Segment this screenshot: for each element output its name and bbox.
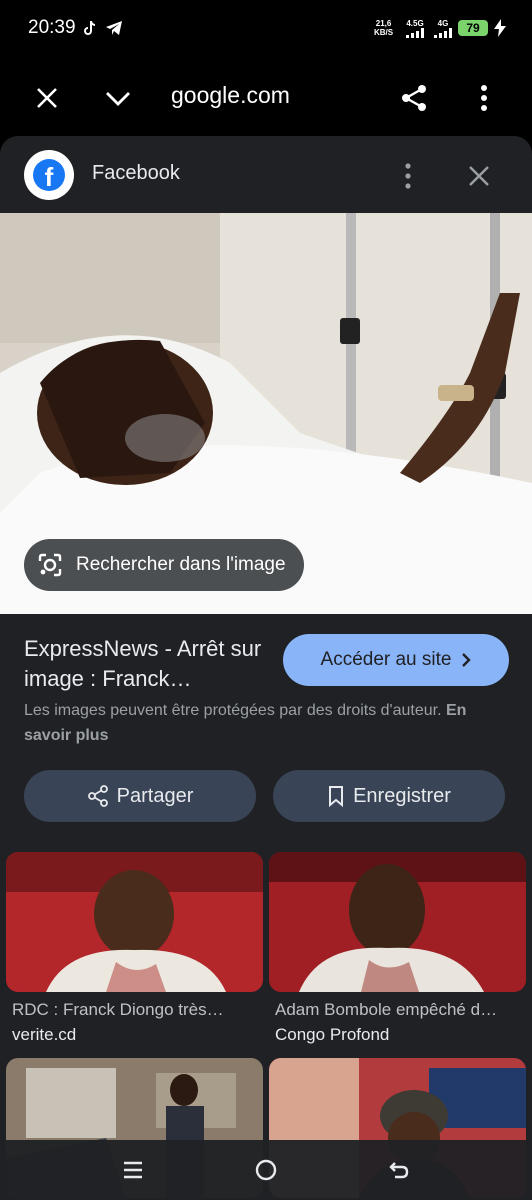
related-caption[interactable]: Adam Bombole empêché d… [275, 1000, 525, 1020]
related-domain: verite.cd [12, 1025, 77, 1044]
chevron-right-icon [462, 653, 472, 667]
facebook-logo: f [24, 150, 74, 200]
share-icon [87, 785, 108, 807]
copyright-text: Les images peuvent être protégées par de… [24, 702, 442, 719]
url-text[interactable]: google.com [171, 82, 290, 109]
save-button[interactable]: Enregistrer [273, 770, 505, 822]
related-caption[interactable]: RDC : Franck Diongo très… [12, 1000, 262, 1020]
share-icon [402, 85, 426, 111]
search-in-image-button[interactable]: Rechercher dans l'image [24, 539, 304, 591]
status-time: 20:39 [28, 17, 76, 38]
visit-site-label: Accéder au site [320, 649, 452, 670]
facebook-icon: f [33, 159, 65, 191]
more-vert-icon [481, 85, 487, 111]
collapse-button[interactable] [98, 78, 138, 118]
net-speed-value: 21,6 [375, 19, 392, 28]
copyright-notice: Les images peuvent être protégées par de… [24, 698, 514, 748]
close-icon [469, 166, 489, 186]
search-in-image-label: Rechercher dans l'image [76, 554, 286, 575]
close-icon [37, 88, 57, 108]
related-thumbnail[interactable] [6, 852, 263, 992]
system-nav-bar [0, 1140, 532, 1200]
save-label: Enregistrer [353, 784, 451, 807]
browser-toolbar: google.com [0, 58, 532, 136]
telegram-icon [106, 21, 122, 35]
signal-2: 4G [432, 19, 454, 40]
related-domain: Congo Profond [275, 1025, 390, 1044]
net-speed-unit: KB/S [374, 28, 394, 37]
signal-1-label: 4.5G [406, 19, 424, 28]
chevron-down-icon [106, 92, 130, 106]
source-close-button[interactable] [461, 158, 497, 194]
source-row: f Facebook [0, 136, 532, 212]
related-thumbnail[interactable] [269, 852, 526, 992]
share-page-button[interactable] [394, 78, 434, 118]
source-more-button[interactable] [392, 156, 424, 196]
image-viewer-sheet: f Facebook Rechercher dans l'image Expre… [0, 136, 532, 1200]
close-tab-button[interactable] [27, 78, 67, 118]
google-lens-icon [38, 553, 62, 577]
recent-apps-button[interactable] [117, 1154, 149, 1186]
source-name[interactable]: Facebook [92, 162, 180, 185]
back-icon [389, 1162, 409, 1179]
signal-bars-icon [434, 28, 452, 38]
signal-2-label: 4G [437, 19, 449, 28]
tiktok-icon [84, 20, 96, 35]
related-image-1 [6, 852, 263, 992]
more-vert-icon [405, 163, 411, 189]
home-button[interactable] [250, 1154, 282, 1186]
net-speed: 21,6 KB/S [374, 19, 393, 37]
result-title[interactable]: ExpressNews - Arrêt sur image : Franck… [24, 634, 274, 694]
visit-site-button[interactable]: Accéder au site [283, 634, 509, 686]
signal-bars-icon [406, 28, 424, 38]
related-image-2 [269, 852, 526, 992]
signal-1: 4.5G [404, 19, 426, 40]
menu-lines-icon [124, 1161, 142, 1179]
back-button[interactable] [383, 1154, 415, 1186]
main-image[interactable]: Rechercher dans l'image [0, 213, 532, 614]
charging-icon [494, 19, 506, 37]
home-circle-icon [255, 1159, 277, 1181]
bookmark-icon [329, 786, 344, 807]
more-menu-button[interactable] [464, 78, 504, 118]
share-button[interactable]: Partager [24, 770, 256, 822]
share-label: Partager [116, 784, 194, 807]
battery-indicator: 79 [458, 20, 488, 36]
status-bar: 20:39 21,6 KB/S 4.5G 4G 79 [0, 0, 532, 58]
